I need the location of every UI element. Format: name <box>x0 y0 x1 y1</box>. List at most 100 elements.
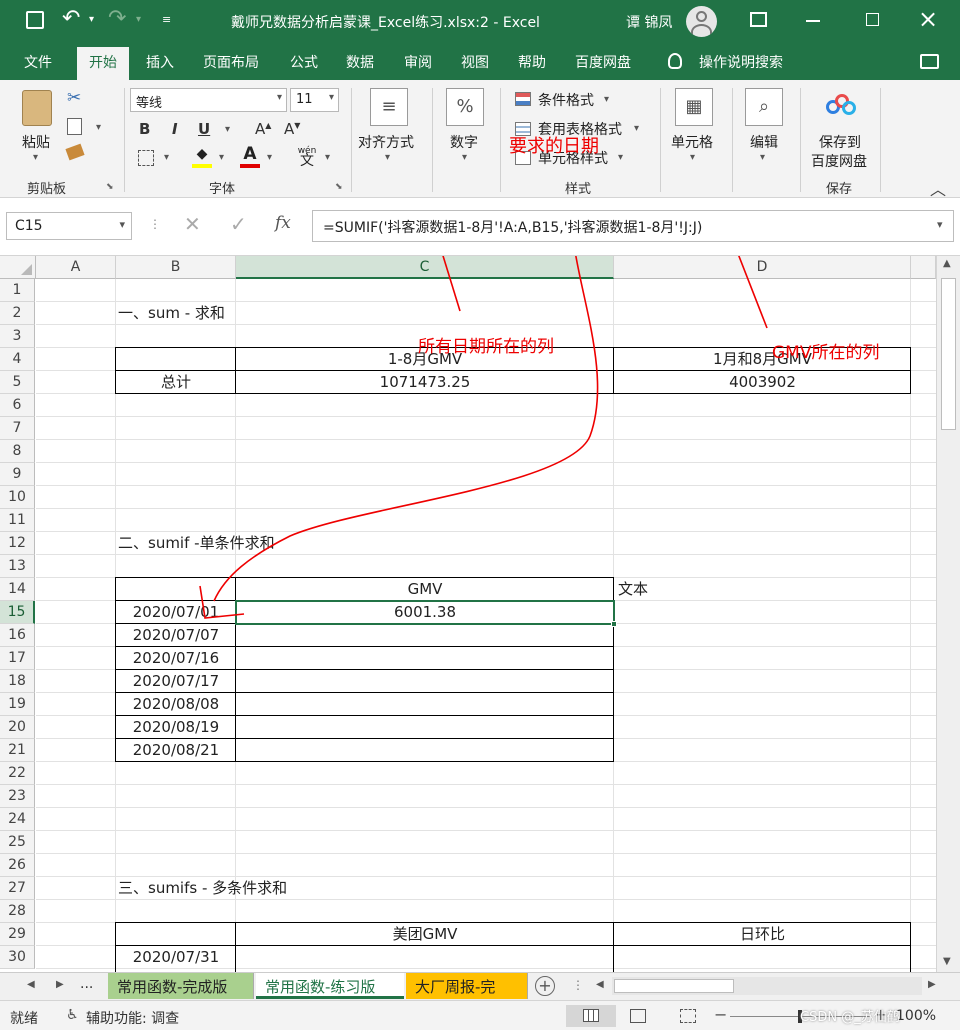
insert-function-icon[interactable]: fx <box>275 213 291 233</box>
zoom-level[interactable]: 100% <box>896 1008 936 1024</box>
user-name[interactable]: 谭 锦凤 <box>626 12 672 32</box>
editing-dropdown-icon[interactable]: ▾ <box>760 152 765 163</box>
baidu-netdisk-icon[interactable] <box>826 94 856 116</box>
save-to-baidu-button-line2[interactable]: 百度网盘 <box>811 151 867 171</box>
scroll-up-icon[interactable]: ▲ <box>943 258 951 269</box>
horizontal-scrollbar[interactable] <box>612 977 922 995</box>
collapse-ribbon-icon[interactable]: ︿ <box>930 176 946 200</box>
accessibility-icon[interactable]: ♿ <box>66 1007 79 1023</box>
worksheet-grid[interactable]: A B C D 1 2 3 4 5 6 7 8 9 10 11 12 13 14 15 16 17 18 19 20 2… <box>0 256 936 972</box>
borders-icon[interactable] <box>138 150 154 166</box>
tab-data[interactable]: 数据 <box>346 52 374 72</box>
more-sheets-button[interactable]: ... <box>80 976 93 992</box>
alignment-dropdown-icon[interactable]: ▾ <box>385 152 390 163</box>
number-button[interactable]: 数字 <box>450 132 478 152</box>
normal-view-icon[interactable] <box>566 1005 616 1027</box>
underline-icon[interactable]: U <box>198 120 210 138</box>
paste-icon[interactable] <box>22 90 52 126</box>
font-size-combo[interactable]: 11 <box>290 88 339 112</box>
font-launcher-icon[interactable]: ⬊ <box>335 182 343 192</box>
prev-sheet-icon[interactable]: ◀ <box>27 979 35 990</box>
undo-icon[interactable]: ↶ <box>62 6 80 31</box>
avatar[interactable] <box>686 6 717 37</box>
paste-button[interactable]: 粘贴 <box>22 132 50 152</box>
copy-dropdown-icon[interactable]: ▾ <box>96 122 101 133</box>
zoom-out-icon[interactable]: − <box>714 1005 727 1024</box>
cut-icon[interactable]: ✂ <box>67 88 81 108</box>
fill-color-icon[interactable]: ◆ <box>192 146 212 168</box>
save-to-baidu-button-line1[interactable]: 保存到 <box>819 132 861 152</box>
font-name-combo[interactable]: 等线 <box>130 88 287 112</box>
number-dropdown-icon[interactable]: ▾ <box>462 152 467 163</box>
hscroll-thumb[interactable] <box>614 979 734 993</box>
alignment-button[interactable]: 对齐方式 <box>358 132 414 152</box>
page-layout-view-icon[interactable] <box>630 1009 646 1023</box>
lightbulb-icon[interactable] <box>668 53 682 69</box>
cells-icon[interactable]: ▦ <box>675 88 713 126</box>
page-break-view-icon[interactable] <box>680 1009 696 1023</box>
save-icon[interactable] <box>26 11 44 29</box>
hscroll-right-icon[interactable]: ▶ <box>928 979 936 990</box>
conditional-format-dropdown-icon[interactable]: ▾ <box>604 94 609 105</box>
paste-dropdown-icon[interactable]: ▾ <box>33 152 38 163</box>
italic-icon[interactable]: I <box>172 120 178 138</box>
search-icon[interactable]: ⌕ <box>745 88 783 126</box>
format-painter-icon[interactable] <box>65 143 85 161</box>
fill-color-dropdown-icon[interactable]: ▾ <box>219 152 224 163</box>
tab-formulas[interactable]: 公式 <box>290 52 318 72</box>
hscroll-left-icon[interactable]: ◀ <box>596 979 604 990</box>
decrease-font-icon[interactable]: A▼ <box>284 120 300 138</box>
minimize-icon[interactable] <box>806 20 820 22</box>
sheet-tab-weekly[interactable]: 大厂周报-完 <box>406 973 528 999</box>
phonetic-dropdown-icon[interactable]: ▾ <box>325 152 330 163</box>
expand-formula-icon[interactable]: ▾ <box>937 218 943 231</box>
tab-page-layout[interactable]: 页面布局 <box>203 52 259 72</box>
alignment-icon[interactable]: ≡ <box>370 88 408 126</box>
tab-baidu-netdisk[interactable]: 百度网盘 <box>575 52 631 72</box>
bold-icon[interactable]: B <box>139 120 150 138</box>
editing-button[interactable]: 编辑 <box>750 132 778 152</box>
cells-dropdown-icon[interactable]: ▾ <box>690 152 695 163</box>
font-color-dropdown-icon[interactable]: ▾ <box>267 152 272 163</box>
number-format-icon[interactable]: % <box>446 88 484 126</box>
comments-icon[interactable] <box>920 54 939 69</box>
tab-help[interactable]: 帮助 <box>518 52 546 72</box>
close-icon[interactable]: × <box>918 5 938 33</box>
copy-icon[interactable] <box>67 118 82 135</box>
add-sheet-icon[interactable]: + <box>535 976 555 996</box>
accessibility-status[interactable]: 辅助功能: 调查 <box>86 1008 179 1028</box>
tell-me-search[interactable]: 操作说明搜索 <box>699 52 783 72</box>
sheet-tab-practice[interactable]: 常用函数-练习版 <box>256 973 404 999</box>
phonetic-icon[interactable]: wén 文 <box>297 146 317 168</box>
font-color-icon[interactable]: A <box>240 144 260 168</box>
tab-home[interactable]: 开始 <box>77 47 129 80</box>
redo-icon[interactable]: ↷ <box>108 6 126 31</box>
name-box[interactable]: C15 <box>6 212 132 240</box>
qat-customize-icon[interactable]: ≡ <box>162 13 171 26</box>
vertical-scrollbar[interactable]: ▲ ▼ <box>936 256 960 972</box>
conditional-format-button[interactable]: 条件格式 <box>538 90 594 110</box>
cancel-entry-icon[interactable]: ✕ <box>184 212 201 236</box>
underline-dropdown-icon[interactable]: ▾ <box>225 124 230 135</box>
table-format-dropdown-icon[interactable]: ▾ <box>634 123 639 134</box>
tab-view[interactable]: 视图 <box>461 52 489 72</box>
redo-dropdown-icon[interactable]: ▾ <box>136 14 141 25</box>
tab-insert[interactable]: 插入 <box>146 52 174 72</box>
tab-file[interactable]: 文件 <box>24 52 52 72</box>
maximize-icon[interactable] <box>866 13 879 26</box>
increase-font-icon[interactable]: A▲ <box>255 120 271 138</box>
clipboard-launcher-icon[interactable]: ⬊ <box>106 182 114 192</box>
cell-style-dropdown-icon[interactable]: ▾ <box>618 152 623 163</box>
next-sheet-icon[interactable]: ▶ <box>56 979 64 990</box>
tab-review[interactable]: 审阅 <box>404 52 432 72</box>
ribbon-display-options-icon[interactable] <box>750 12 767 27</box>
undo-dropdown-icon[interactable]: ▾ <box>89 14 94 25</box>
scroll-down-icon[interactable]: ▼ <box>943 956 951 967</box>
conditional-format-icon[interactable] <box>515 92 531 106</box>
formula-input[interactable]: =SUMIF('抖客源数据1-8月'!A:A,B15,'抖客源数据1-8月'!J… <box>312 210 954 242</box>
borders-dropdown-icon[interactable]: ▾ <box>164 152 169 163</box>
cells-button[interactable]: 单元格 <box>671 132 713 152</box>
scroll-thumb[interactable] <box>941 278 956 430</box>
confirm-entry-icon[interactable]: ✓ <box>230 212 247 236</box>
tab-split-icon[interactable]: ⋮ <box>572 978 584 992</box>
